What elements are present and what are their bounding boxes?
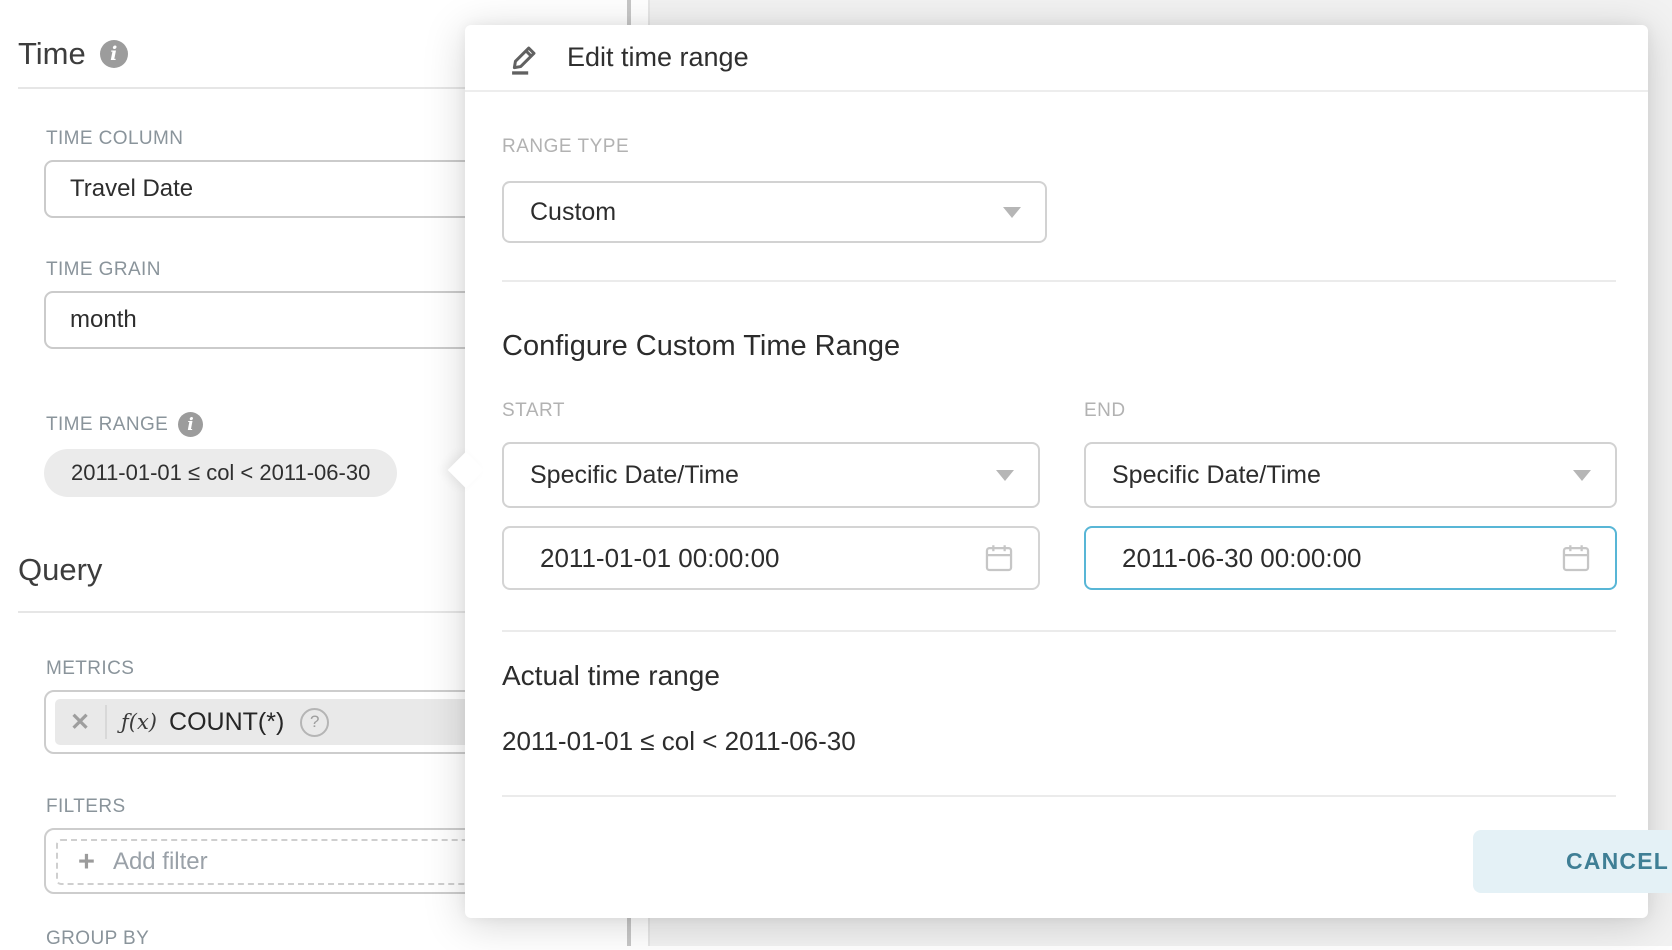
add-filter-label: Add filter — [113, 848, 208, 876]
popover-header: Edit time range — [465, 25, 1648, 92]
calendar-icon[interactable] — [1559, 541, 1593, 575]
modal-divider — [502, 630, 1616, 632]
popover-title: Edit time range — [567, 42, 749, 73]
modal-divider — [502, 280, 1616, 282]
metrics-label: METRICS — [46, 658, 134, 680]
cancel-button[interactable]: CANCEL — [1473, 830, 1672, 893]
start-date-input[interactable] — [502, 526, 1040, 590]
chevron-down-icon — [1003, 207, 1021, 218]
end-mode-value: Specific Date/Time — [1112, 461, 1321, 490]
edit-time-range-popover: Edit time range RANGE TYPE Custom Config… — [465, 25, 1648, 918]
start-label: START — [502, 400, 565, 422]
filters-label: FILTERS — [46, 796, 126, 818]
start-mode-select[interactable]: Specific Date/Time — [502, 442, 1040, 508]
actual-time-range-heading: Actual time range — [502, 660, 720, 692]
edit-pencil-icon — [503, 37, 545, 79]
question-mark-icon[interactable]: ? — [300, 708, 329, 737]
time-column-label: TIME COLUMN — [46, 128, 183, 150]
info-icon[interactable]: i — [178, 412, 203, 437]
time-section-title: Time i — [18, 36, 128, 72]
time-range-value: 2011-01-01 ≤ col < 2011-06-30 — [71, 460, 370, 486]
time-grain-value: month — [70, 306, 137, 334]
plus-icon: + — [78, 846, 95, 879]
time-grain-label: TIME GRAIN — [46, 259, 161, 281]
end-label: END — [1084, 400, 1126, 422]
configure-heading: Configure Custom Time Range — [502, 330, 900, 363]
range-type-label: RANGE TYPE — [502, 136, 629, 158]
time-range-pill[interactable]: 2011-01-01 ≤ col < 2011-06-30 — [44, 449, 397, 497]
calendar-icon[interactable] — [982, 541, 1016, 575]
remove-metric-icon[interactable]: ✕ — [55, 708, 105, 737]
range-type-value: Custom — [530, 198, 616, 227]
start-mode-value: Specific Date/Time — [530, 461, 739, 490]
function-icon: ƒ(x) — [121, 710, 157, 734]
end-date-input[interactable] — [1084, 526, 1617, 590]
info-icon[interactable]: i — [100, 40, 128, 68]
chevron-down-icon — [996, 470, 1014, 481]
query-section-label: Query — [18, 552, 102, 588]
actual-time-range-value: 2011-01-01 ≤ col < 2011-06-30 — [502, 726, 856, 757]
time-section-label: Time — [18, 36, 86, 72]
time-column-value: Travel Date — [70, 175, 193, 203]
metric-name: COUNT(*) — [169, 708, 284, 737]
end-mode-select[interactable]: Specific Date/Time — [1084, 442, 1617, 508]
query-section-title: Query — [18, 552, 102, 588]
range-type-select[interactable]: Custom — [502, 181, 1047, 243]
time-range-label-text: TIME RANGE — [46, 414, 168, 436]
group-by-label: GROUP BY — [46, 928, 149, 950]
modal-divider — [502, 795, 1616, 797]
time-range-label: TIME RANGE i — [46, 412, 203, 437]
metric-pill-divider — [105, 705, 107, 739]
chevron-down-icon — [1573, 470, 1591, 481]
explore-page: Time i TIME COLUMN Travel Date TIME GRAI… — [0, 0, 1672, 946]
